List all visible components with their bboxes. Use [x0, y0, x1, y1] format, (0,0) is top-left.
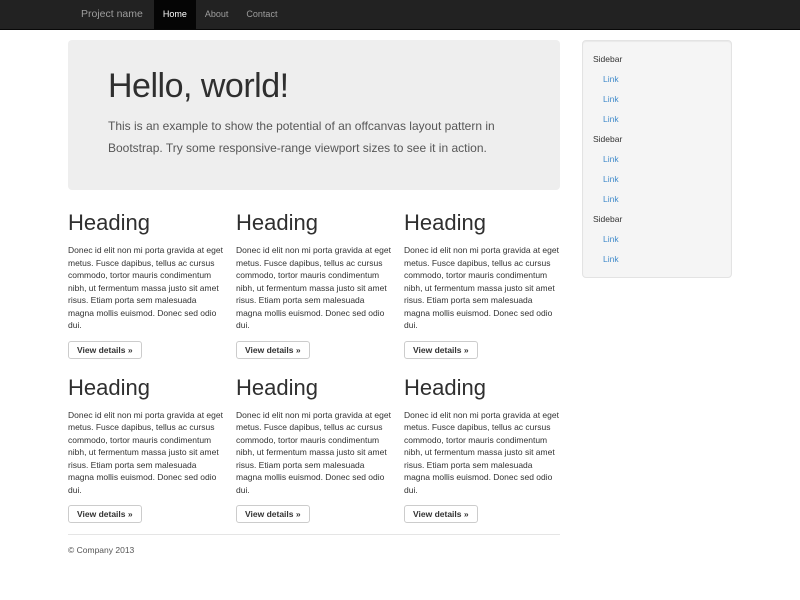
page-container: Hello, world! This is an example to show… [68, 40, 732, 555]
view-details-button[interactable]: View details » [68, 505, 142, 523]
sidebar-heading: Sidebar [593, 209, 721, 229]
view-details-button[interactable]: View details » [404, 505, 478, 523]
navbar: Project name Home About Contact [0, 0, 800, 30]
jumbotron-description: This is an example to show the potential… [108, 115, 520, 159]
copyright-text: © Company 2013 [68, 545, 560, 555]
nav-item-contact[interactable]: Contact [237, 0, 286, 29]
card: Heading Donec id elit non mi porta gravi… [68, 375, 224, 524]
card: Heading Donec id elit non mi porta gravi… [404, 375, 560, 524]
card-heading: Heading [68, 375, 224, 401]
sidebar-heading: Sidebar [593, 49, 721, 69]
card-body-text: Donec id elit non mi porta gravida at eg… [68, 409, 224, 497]
card-body-text: Donec id elit non mi porta gravida at eg… [404, 409, 560, 497]
card: Heading Donec id elit non mi porta gravi… [236, 210, 392, 359]
sidebar-link[interactable]: Link [593, 149, 721, 169]
view-details-button[interactable]: View details » [236, 505, 310, 523]
sidebar-link[interactable]: Link [593, 89, 721, 109]
card: Heading Donec id elit non mi porta gravi… [236, 375, 392, 524]
cards-row-2: Heading Donec id elit non mi porta gravi… [68, 375, 560, 524]
nav-item-about[interactable]: About [196, 0, 238, 29]
main-row: Hello, world! This is an example to show… [68, 40, 732, 555]
view-details-button[interactable]: View details » [236, 341, 310, 359]
cards-row-1: Heading Donec id elit non mi porta gravi… [68, 210, 560, 359]
card-body-text: Donec id elit non mi porta gravida at eg… [68, 244, 224, 332]
sidebar-link[interactable]: Link [593, 109, 721, 129]
view-details-button[interactable]: View details » [404, 341, 478, 359]
card-heading: Heading [68, 210, 224, 236]
sidebar-link[interactable]: Link [593, 189, 721, 209]
card: Heading Donec id elit non mi porta gravi… [68, 210, 224, 359]
nav-item-home[interactable]: Home [154, 0, 196, 29]
sidebar-link[interactable]: Link [593, 69, 721, 89]
card-body-text: Donec id elit non mi porta gravida at eg… [236, 244, 392, 332]
sidebar-link[interactable]: Link [593, 169, 721, 189]
navbar-nav: Home About Contact [154, 0, 287, 29]
jumbotron: Hello, world! This is an example to show… [68, 40, 560, 190]
view-details-button[interactable]: View details » [68, 341, 142, 359]
card-heading: Heading [236, 375, 392, 401]
card-body-text: Donec id elit non mi porta gravida at eg… [236, 409, 392, 497]
sidebar-link[interactable]: Link [593, 249, 721, 269]
navbar-inner: Project name Home About Contact [68, 0, 732, 29]
sidebar-heading: Sidebar [593, 129, 721, 149]
card-heading: Heading [236, 210, 392, 236]
card-heading: Heading [404, 210, 560, 236]
page-title: Hello, world! [108, 67, 520, 106]
sidebar-link[interactable]: Link [593, 229, 721, 249]
card-body-text: Donec id elit non mi porta gravida at eg… [404, 244, 560, 332]
main-content: Hello, world! This is an example to show… [68, 40, 560, 555]
footer-divider [68, 534, 560, 535]
card-heading: Heading [404, 375, 560, 401]
footer: © Company 2013 [68, 534, 560, 555]
card: Heading Donec id elit non mi porta gravi… [404, 210, 560, 359]
sidebar: Sidebar Link Link Link Sidebar Link Link… [582, 40, 732, 278]
navbar-brand[interactable]: Project name [68, 0, 143, 29]
